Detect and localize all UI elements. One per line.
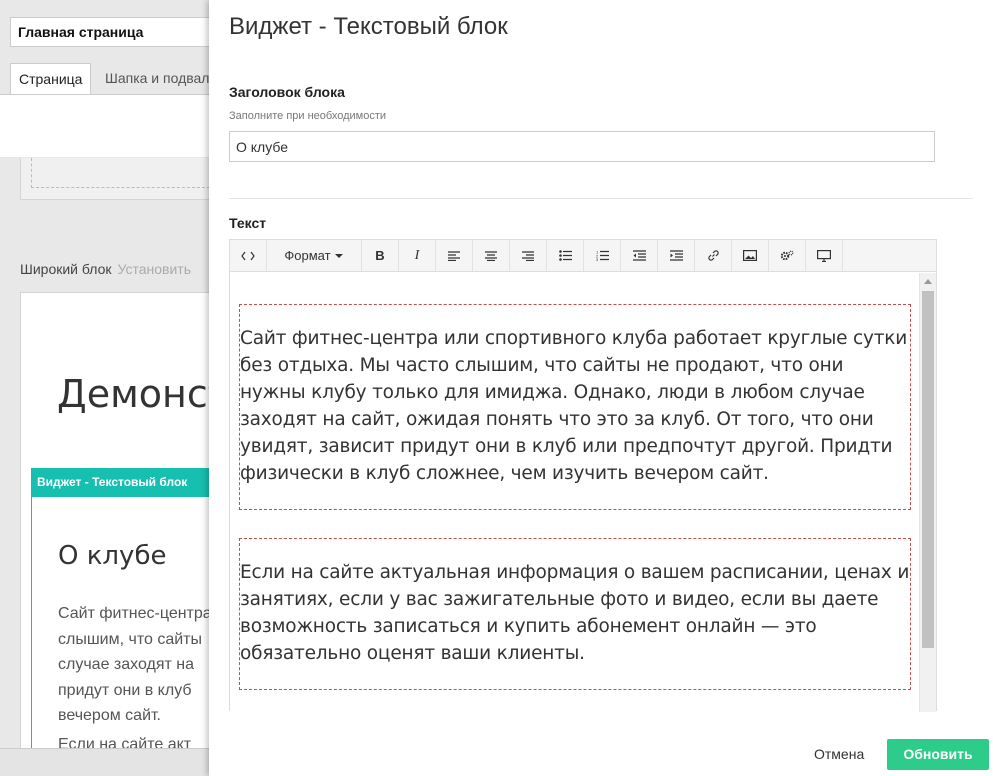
update-button[interactable]: Обновить bbox=[887, 739, 989, 770]
widget-header[interactable]: Виджет - Текстовый блок bbox=[31, 468, 210, 497]
editor-content[interactable]: Сайт фитнес-центра или спортивного клуба… bbox=[230, 273, 918, 712]
widget-text-line: придут они в клуб bbox=[58, 681, 192, 699]
editor-toolbar: Формат B I 123 bbox=[230, 240, 936, 272]
paragraph-1[interactable]: Сайт фитнес-центра или спортивного клуба… bbox=[239, 304, 911, 510]
scroll-up-arrow-icon[interactable] bbox=[924, 279, 932, 284]
numbered-list-icon[interactable]: 123 bbox=[584, 240, 621, 271]
format-label: Формат bbox=[284, 248, 331, 263]
block-header-help: Заполните при необходимости bbox=[229, 110, 387, 122]
widget-text: Сайт фитнес-центра слышим, что сайты слу… bbox=[58, 601, 210, 729]
paragraph-2[interactable]: Если на сайте актуальная информация о ва… bbox=[239, 538, 911, 690]
scroll-thumb[interactable] bbox=[922, 291, 934, 648]
cancel-button[interactable]: Отмена bbox=[814, 746, 864, 762]
italic-icon[interactable]: I bbox=[399, 240, 436, 271]
section-divider bbox=[229, 198, 973, 199]
format-dropdown[interactable]: Формат bbox=[267, 240, 362, 271]
widget-text-line: вечером сайт. bbox=[58, 707, 161, 724]
text-label: Текст bbox=[229, 215, 267, 231]
wide-block-hint: Установить bbox=[117, 261, 191, 277]
widget-title: О клубе bbox=[58, 541, 167, 571]
block-header-label: Заголовок блока bbox=[229, 84, 345, 100]
code-icon[interactable] bbox=[230, 240, 267, 271]
bold-icon[interactable]: B bbox=[362, 240, 399, 271]
outdent-icon[interactable] bbox=[621, 240, 658, 271]
page-title-field[interactable]: Главная страница bbox=[10, 17, 210, 47]
svg-text:3: 3 bbox=[596, 257, 599, 261]
bullet-list-icon[interactable] bbox=[547, 240, 584, 271]
demo-heading: Демонстрация bbox=[57, 372, 210, 416]
wide-block-title: Широкий блок Установить bbox=[20, 261, 210, 277]
modal-title: Виджет - Текстовый блок bbox=[229, 13, 508, 40]
block-header-input[interactable] bbox=[229, 131, 935, 162]
tab-page[interactable]: Страница bbox=[10, 63, 92, 95]
tab-content-area bbox=[0, 95, 210, 157]
background-footer bbox=[0, 748, 210, 776]
widget-text-line: Сайт фитнес-центра bbox=[58, 605, 210, 622]
widget-text-line: слышим, что сайты bbox=[58, 630, 202, 648]
align-right-icon[interactable] bbox=[510, 240, 547, 271]
preview-icon[interactable] bbox=[806, 240, 843, 271]
rich-text-editor: Формат B I 123 Сайт фитнес-центра или сп… bbox=[229, 239, 937, 712]
widget-text-line: случае заходят на bbox=[58, 656, 195, 673]
text-widget-modal: Виджет - Текстовый блок Заголовок блока … bbox=[209, 0, 993, 776]
tab-header-footer[interactable]: Шапка и подвал bbox=[97, 63, 217, 95]
align-left-icon[interactable] bbox=[436, 240, 473, 271]
wide-block-label: Широкий блок bbox=[20, 261, 112, 277]
chevron-down-icon bbox=[334, 253, 343, 258]
align-center-icon[interactable] bbox=[473, 240, 510, 271]
indent-icon[interactable] bbox=[658, 240, 695, 271]
settings-icon[interactable] bbox=[769, 240, 806, 271]
dashed-dropzone bbox=[31, 158, 210, 188]
image-icon[interactable] bbox=[732, 240, 769, 271]
editor-scrollbar[interactable] bbox=[919, 273, 936, 712]
link-icon[interactable] bbox=[695, 240, 732, 271]
